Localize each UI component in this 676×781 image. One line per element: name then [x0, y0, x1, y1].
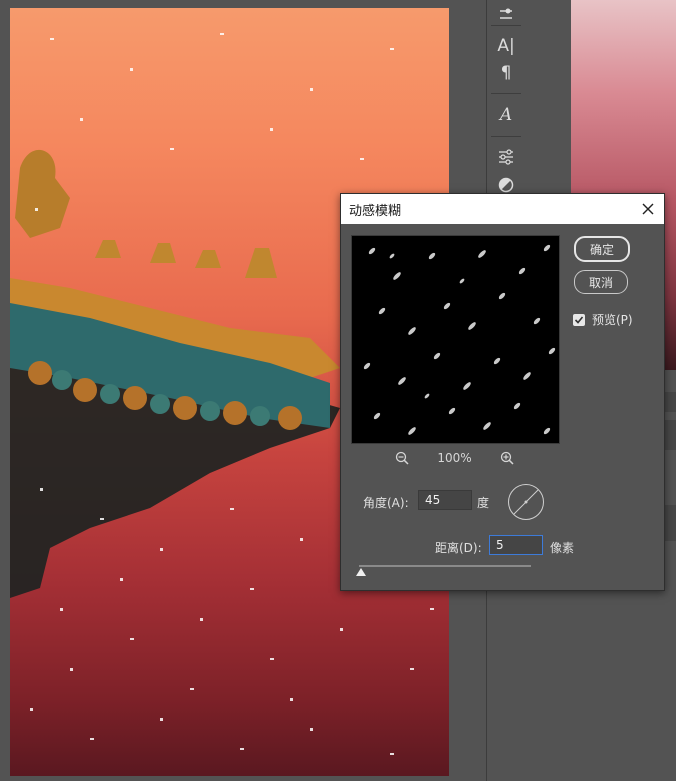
distance-unit: 像素: [550, 541, 575, 555]
close-icon[interactable]: [638, 199, 658, 219]
distance-slider-thumb[interactable]: [356, 568, 366, 576]
panel-tab-stub: [664, 392, 676, 412]
properties-icon[interactable]: [487, 142, 525, 172]
zoom-level: 100%: [437, 451, 472, 465]
zoom-out-icon[interactable]: [393, 449, 411, 467]
filter-preview[interactable]: [351, 235, 560, 444]
cancel-button[interactable]: 取消: [574, 270, 628, 294]
distance-input[interactable]: [489, 535, 543, 555]
character-icon[interactable]: A|: [487, 31, 525, 61]
distance-label: 距离(D):: [435, 541, 482, 555]
preview-checkbox[interactable]: [573, 313, 585, 326]
distance-slider-track[interactable]: [359, 565, 531, 567]
angle-unit: 度: [477, 496, 490, 510]
dialog-title: 动感模糊: [349, 203, 402, 219]
preview-label: 预览(P): [592, 313, 633, 327]
zoom-in-icon[interactable]: [498, 449, 516, 467]
glyphs-icon[interactable]: A: [487, 100, 525, 130]
zoom-controls: 100%: [351, 448, 558, 468]
angle-dial[interactable]: [508, 484, 544, 520]
preview-snow: [363, 244, 556, 435]
motion-blur-dialog: 动感模糊 100% 确定 取消 预览(P) 角度(A): 45 度 距离(D):…: [340, 193, 665, 591]
ok-button[interactable]: 确定: [574, 236, 630, 262]
panel-tab-stub: [664, 420, 676, 450]
angle-input[interactable]: [418, 490, 472, 510]
panel-tab-stub: [664, 505, 676, 541]
paragraph-icon[interactable]: ¶: [487, 58, 525, 88]
preview-option[interactable]: 预览(P): [573, 311, 633, 328]
dialog-titlebar[interactable]: 动感模糊: [341, 194, 664, 224]
angle-label: 角度(A):: [363, 496, 409, 510]
